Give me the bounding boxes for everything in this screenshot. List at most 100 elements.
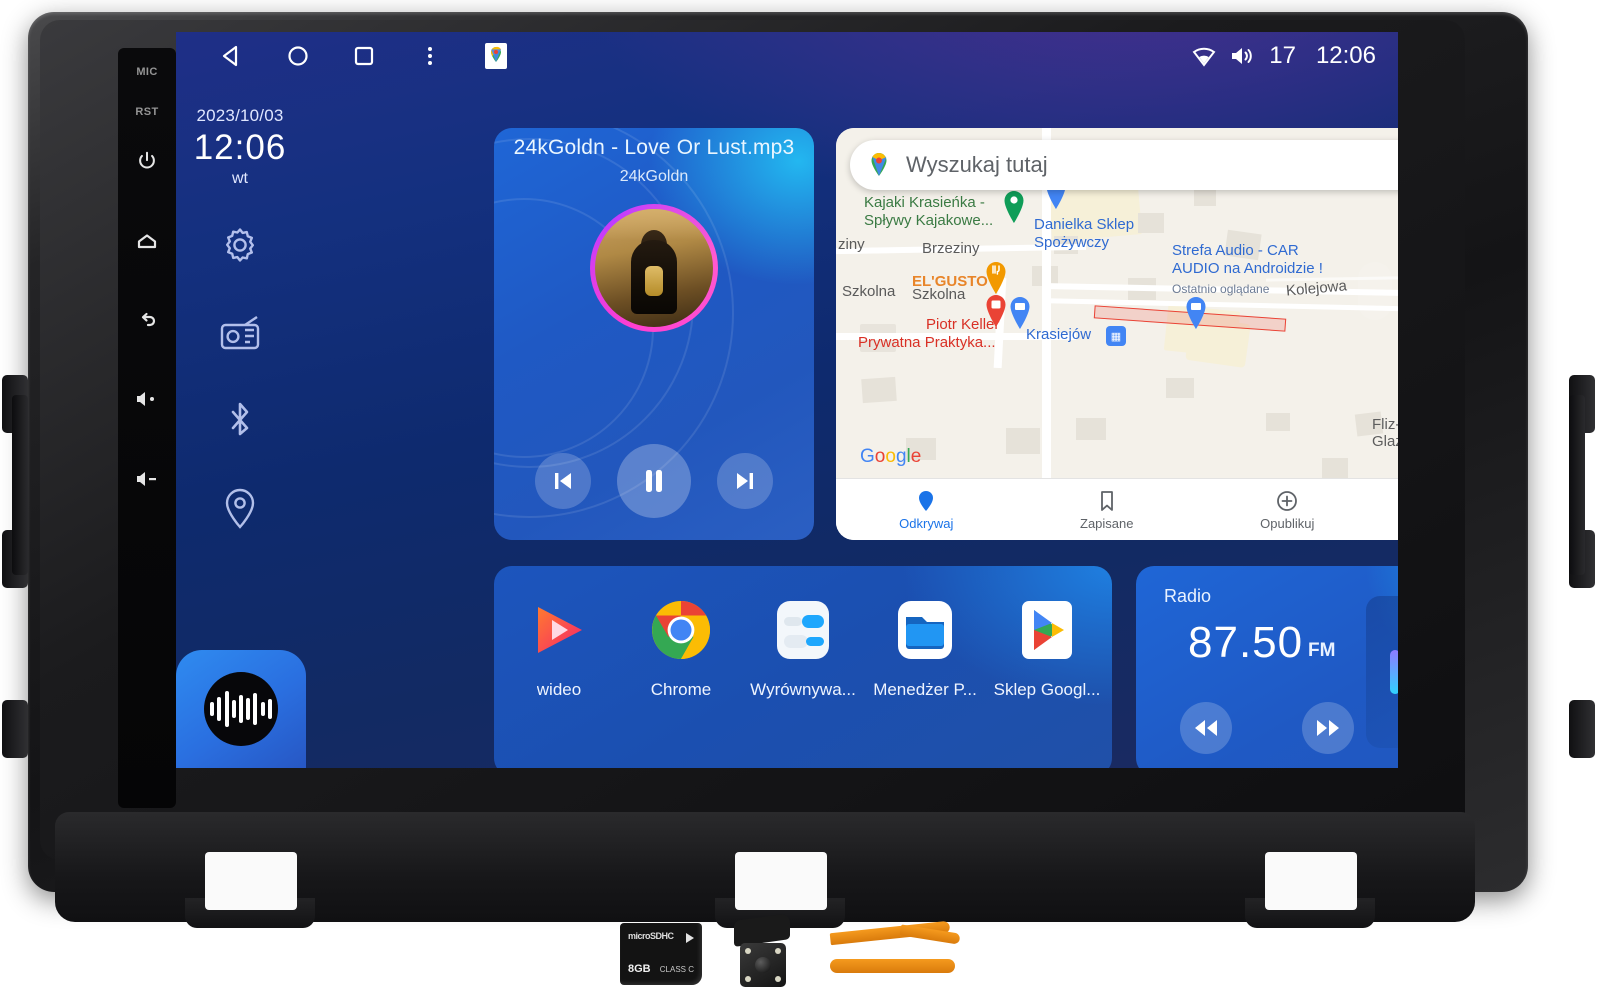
map-pin-clinic-icon[interactable] <box>984 294 1008 328</box>
voice-assistant-panel[interactable] <box>176 650 306 768</box>
play-store-icon <box>1022 601 1072 659</box>
accessories-row: microSDHC 8GB CLASS C <box>0 905 1597 1005</box>
map-poi-fliz-mark: Fliz-Mark Usługi Glazurnicze <box>1372 416 1398 450</box>
map-tab-label: Odkrywaj <box>899 515 954 531</box>
mount-clip-right-3 <box>1569 700 1595 758</box>
map-search-placeholder: Wyszukaj tutaj <box>906 152 1048 177</box>
plinth-notch-3 <box>1265 852 1357 910</box>
app-shortcut-file-manager[interactable]: Menedżer P... <box>873 594 977 700</box>
touchscreen[interactable]: 17 12:06 2023/10/03 12:06 wt 24kGoldn - … <box>176 32 1398 768</box>
dock-item-radio[interactable] <box>217 310 263 356</box>
map-pin-station-icon[interactable]: ▦ <box>1106 326 1126 346</box>
map-bottom-nav: Odkrywaj Zapisane Opublikuj <box>836 478 1398 540</box>
maps-shortcut-button[interactable] <box>480 40 512 72</box>
music-artist: 24kGoldn <box>619 168 689 185</box>
chrome-icon <box>652 601 710 659</box>
dock-item-settings[interactable] <box>217 222 263 268</box>
map-pin-business-icon[interactable] <box>1008 296 1032 330</box>
map-tab-opublikuj[interactable]: Opublikuj <box>1197 489 1378 531</box>
app-shortcuts-widget[interactable]: wideo Chrome Wyrównywa... Menedżer P... … <box>494 566 1112 768</box>
app-label: Wyrównywa... <box>750 680 856 699</box>
volume-up-button[interactable] <box>130 382 164 416</box>
radio-controls <box>1180 702 1354 754</box>
map-poi-danielka: Danielka Sklep Spożywczy <box>1034 216 1135 251</box>
music-player-widget[interactable]: 24kGoldn - Love Or Lust.mp3 24kGoldn <box>494 128 814 540</box>
gear-icon <box>226 228 254 262</box>
radio-label: Radio <box>1164 586 1212 606</box>
microsd-class: CLASS C <box>659 965 694 974</box>
mount-rail-right <box>1569 395 1585 575</box>
map-street-2: Szkolna <box>842 283 896 300</box>
music-next-button[interactable] <box>717 453 773 509</box>
map-poi-elgusto: EL'GUSTO <box>912 273 988 290</box>
voice-assistant-button[interactable] <box>204 672 278 746</box>
mount-rail-left <box>12 395 28 575</box>
status-bar-clock: 12:06 <box>1315 42 1376 69</box>
volume-level: 17 <box>1269 42 1296 69</box>
equalizer-icon <box>777 601 829 659</box>
radio-next-button[interactable] <box>1302 702 1354 754</box>
camera-lens <box>755 957 771 973</box>
music-controls <box>494 444 814 518</box>
google-watermark: Google <box>860 446 922 467</box>
dock-item-navigation[interactable] <box>217 486 263 532</box>
music-previous-button[interactable] <box>535 453 591 509</box>
three-dots-icon <box>428 47 432 65</box>
camera-bracket <box>734 913 790 947</box>
back-button[interactable] <box>130 304 164 338</box>
skip-previous-icon <box>555 473 571 489</box>
head-unit-device: MIC RST 17 12:06 2023/10/03 12:06 wt 24k… <box>0 0 1597 1005</box>
android-overflow-button[interactable] <box>414 40 446 72</box>
map-pin-park-icon[interactable] <box>1002 190 1026 224</box>
screen-edge-reflection <box>1358 262 1392 320</box>
explore-pin-icon <box>919 490 934 511</box>
map-pin-restaurant-icon[interactable] <box>984 261 1008 295</box>
fast-forward-icon <box>1317 720 1339 736</box>
album-art <box>595 209 713 327</box>
map-street-1: Brzeziny <box>922 240 980 257</box>
map-search-bar[interactable]: Wyszukaj tutaj B <box>850 140 1398 190</box>
map-tab-zapisane[interactable]: Zapisane <box>1017 489 1198 531</box>
microsd-arrow-icon <box>686 933 694 943</box>
status-bar-right: 17 12:06 <box>1191 32 1376 80</box>
mount-clip-left-3 <box>2 700 28 758</box>
google-maps-icon <box>485 43 507 69</box>
mic-label: MIC <box>136 66 158 78</box>
location-pin-icon <box>225 488 255 529</box>
bookmark-icon <box>1100 490 1113 511</box>
reset-label: RST <box>135 106 159 118</box>
camera-body <box>740 943 786 987</box>
dock-weekday: wt <box>232 170 248 187</box>
map-label-krasiejow: Krasiejów <box>1026 326 1092 343</box>
android-home-button[interactable] <box>282 40 314 72</box>
skip-next-icon <box>737 473 753 489</box>
map-tab-najnowsze[interactable]: Najnowsze <box>1378 489 1399 531</box>
map-poi-strefa-audio: Strefa Audio - CAR AUDIO na Androidzie !… <box>1172 242 1323 296</box>
dock-item-bluetooth[interactable] <box>217 398 263 444</box>
radio-widget[interactable]: Radio 87.50 FM <box>1136 566 1398 768</box>
map-poi-kajaki: Kajaki Krasieńka - Spływy Kajakowe... <box>864 194 994 229</box>
speaker-icon <box>1232 48 1253 64</box>
app-shortcut-chrome[interactable]: Chrome <box>635 594 727 700</box>
volume-down-button[interactable] <box>130 462 164 496</box>
google-maps-widget[interactable]: ziny Brzeziny Szkolna Szkolna Kolejowa K… <box>836 128 1398 540</box>
radio-previous-button[interactable] <box>1180 702 1232 754</box>
music-play-pause-button[interactable] <box>617 444 691 518</box>
power-button[interactable] <box>130 144 164 178</box>
radio-band: FM <box>1308 640 1336 661</box>
home-button[interactable] <box>130 224 164 258</box>
voice-waveform-icon <box>210 702 215 716</box>
map-pin-business-2-icon[interactable] <box>1184 296 1208 330</box>
app-label: Menedżer P... <box>873 680 977 699</box>
app-shortcut-play-store[interactable]: Sklep Googl... <box>994 594 1100 700</box>
map-tab-label: Zapisane <box>1080 515 1134 531</box>
android-back-button[interactable] <box>216 40 248 72</box>
android-recents-button[interactable] <box>348 40 380 72</box>
map-tab-odkrywaj[interactable]: Odkrywaj <box>836 489 1017 531</box>
app-shortcut-wideo[interactable]: wideo <box>513 594 605 700</box>
app-shortcut-equalizer[interactable]: Wyrównywa... <box>750 594 856 700</box>
dock-date: 2023/10/03 <box>196 106 284 125</box>
album-art-ring <box>590 204 718 332</box>
app-shortcuts-row: wideo Chrome Wyrównywa... Menedżer P... … <box>494 594 1112 700</box>
android-nav-buttons <box>216 40 512 72</box>
